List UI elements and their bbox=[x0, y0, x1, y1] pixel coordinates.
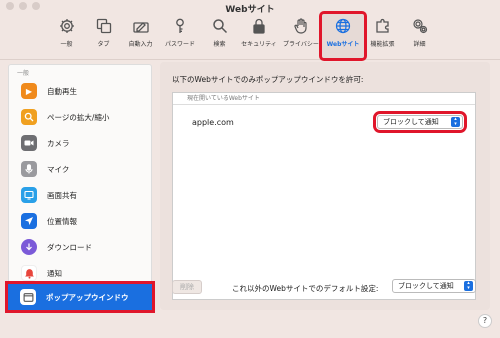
tab-privacy-label: プライバシー bbox=[283, 41, 319, 48]
sidebar-item-downloads[interactable]: ダウンロード bbox=[9, 234, 151, 260]
sidebar-item-page-zoom[interactable]: ページの拡大/縮小 bbox=[9, 104, 151, 130]
tab-general-label: 一般 bbox=[60, 41, 73, 48]
globe-icon bbox=[334, 17, 352, 35]
tab-extensions[interactable]: 機能拡張 bbox=[364, 14, 401, 58]
bell-icon bbox=[21, 265, 37, 281]
sidebar-item-label: 位置情報 bbox=[47, 216, 77, 226]
table-header: 現在開いているWebサイト bbox=[173, 93, 475, 105]
key-icon bbox=[171, 17, 189, 35]
search-icon bbox=[211, 17, 229, 35]
sidebar-item-autoplay[interactable]: ▶ 自動再生 bbox=[9, 78, 151, 104]
autofill-icon bbox=[132, 17, 150, 35]
tab-autofill-label: 自動入力 bbox=[128, 41, 153, 48]
tab-extensions-label: 機能拡張 bbox=[370, 41, 395, 48]
site-setting-select[interactable]: ブロックして通知 ▴ ▾ bbox=[373, 111, 467, 133]
tab-autofill[interactable]: 自動入力 bbox=[122, 14, 159, 58]
popup-window-icon bbox=[20, 289, 36, 305]
tab-search-label: 検索 bbox=[213, 41, 226, 48]
sidebar-item-label: ダウンロード bbox=[47, 242, 92, 252]
lock-icon bbox=[250, 17, 268, 35]
tab-advanced-label: 詳細 bbox=[413, 41, 426, 48]
website-table: 現在開いているWebサイト apple.com ブロックして通知 ▴ ▾ bbox=[172, 92, 476, 300]
hand-icon bbox=[292, 17, 310, 35]
sidebar-item-notifications[interactable]: 通知 bbox=[9, 260, 151, 286]
tab-security-label: セキュリティ bbox=[241, 41, 277, 48]
sidebar-item-camera[interactable]: カメラ bbox=[9, 130, 151, 156]
tab-advanced[interactable]: 詳細 bbox=[401, 14, 438, 58]
chevron-updown-icon: ▴ ▾ bbox=[464, 281, 473, 291]
tab-privacy[interactable]: プライバシー bbox=[280, 14, 322, 58]
sidebar-item-microphone[interactable]: マイク bbox=[9, 156, 151, 182]
sidebar-section-general: 一般 bbox=[17, 70, 30, 77]
tab-websites[interactable]: Webサイト bbox=[319, 11, 367, 61]
gears-icon bbox=[411, 17, 429, 35]
sidebar-item-label: ポップアップウインドウ bbox=[46, 292, 129, 302]
gear-icon bbox=[58, 17, 76, 35]
tab-passwords-label: パスワード bbox=[164, 41, 195, 48]
sidebar-item-label: カメラ bbox=[47, 138, 70, 148]
chevron-updown-icon: ▴ ▾ bbox=[451, 117, 460, 127]
sidebar-item-label: マイク bbox=[47, 164, 70, 174]
extension-icon bbox=[374, 17, 392, 35]
location-icon bbox=[21, 213, 37, 229]
tab-general[interactable]: 一般 bbox=[48, 14, 85, 58]
tab-security[interactable]: セキュリティ bbox=[238, 14, 280, 58]
site-setting-value: ブロックして通知 bbox=[383, 118, 439, 126]
sidebar-item-popup-windows[interactable]: ポップアップウインドウ bbox=[5, 281, 155, 313]
main-panel: 以下のWebサイトでのみポップアップウインドウを許可: 現在開いているWebサイ… bbox=[160, 62, 490, 310]
sidebar: 一般 ▶ 自動再生 ページの拡大/縮小 カメラ マイク 画面共有 位置情報 ダウ… bbox=[5, 64, 155, 313]
popup-description: 以下のWebサイトでのみポップアップウインドウを許可: bbox=[172, 75, 364, 84]
tab-websites-label: Webサイト bbox=[326, 41, 360, 48]
default-setting-select[interactable]: ブロックして通知 ▴ ▾ bbox=[392, 279, 476, 293]
tabs-icon bbox=[95, 17, 113, 35]
camera-icon bbox=[21, 135, 37, 151]
download-icon bbox=[21, 239, 37, 255]
row-site-name: apple.com bbox=[192, 117, 234, 127]
delete-button[interactable]: 削除 bbox=[172, 280, 202, 294]
sidebar-item-label: 画面共有 bbox=[47, 190, 77, 200]
screen-share-icon bbox=[21, 187, 37, 203]
preferences-toolbar: 一般 タブ 自動入力 パスワード 検索 セキュリティ プライバシー Webサイト… bbox=[48, 11, 438, 61]
zoom-icon bbox=[21, 109, 37, 125]
default-setting-label: これ以外のWebサイトでのデフォルト設定: bbox=[232, 284, 379, 293]
tab-passwords[interactable]: パスワード bbox=[159, 14, 201, 58]
tab-tabs-label: タブ bbox=[97, 41, 110, 48]
table-row[interactable]: apple.com ブロックして通知 ▴ ▾ bbox=[173, 111, 475, 133]
sidebar-item-label: 自動再生 bbox=[47, 86, 77, 96]
play-icon: ▶ bbox=[21, 83, 37, 99]
tab-search[interactable]: 検索 bbox=[201, 14, 238, 58]
default-setting-value: ブロックして通知 bbox=[398, 282, 454, 290]
sidebar-item-screen-sharing[interactable]: 画面共有 bbox=[9, 182, 151, 208]
sidebar-item-label: 通知 bbox=[47, 268, 62, 278]
title-bar: Webサイト 一般 タブ 自動入力 パスワード 検索 セキュリティ プライバシー… bbox=[0, 0, 500, 61]
help-button[interactable]: ? bbox=[478, 314, 492, 328]
microphone-icon bbox=[21, 161, 37, 177]
sidebar-item-label: ページの拡大/縮小 bbox=[47, 112, 110, 122]
sidebar-item-location[interactable]: 位置情報 bbox=[9, 208, 151, 234]
tab-tabs[interactable]: タブ bbox=[85, 14, 122, 58]
